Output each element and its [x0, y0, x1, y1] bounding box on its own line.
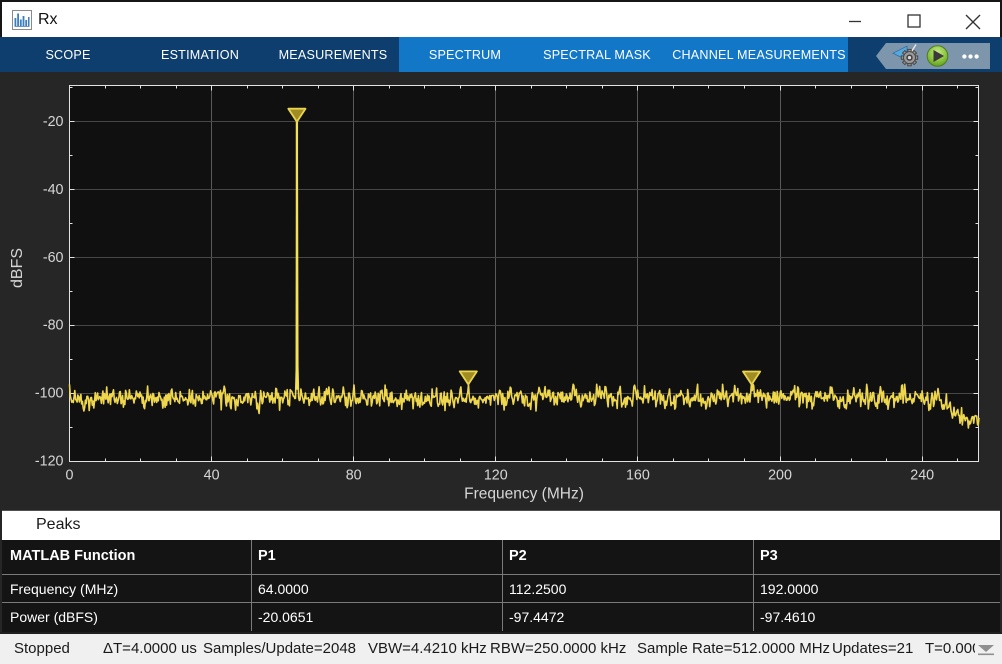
svg-text:120: 120: [484, 468, 508, 484]
svg-text:-60: -60: [43, 250, 64, 266]
svg-text:40: 40: [204, 468, 220, 484]
svg-text:-20: -20: [43, 114, 64, 130]
svg-text:-80: -80: [43, 318, 64, 334]
svg-text:0: 0: [66, 468, 74, 484]
svg-text:Frequency (MHz): Frequency (MHz): [464, 486, 584, 503]
svg-text:160: 160: [626, 468, 650, 484]
svg-text:200: 200: [768, 468, 792, 484]
svg-text:dBFS: dBFS: [9, 248, 26, 288]
svg-text:-120: -120: [35, 454, 64, 470]
svg-text:240: 240: [910, 468, 934, 484]
svg-text:80: 80: [346, 468, 362, 484]
svg-text:-100: -100: [35, 386, 64, 402]
svg-text:-40: -40: [43, 182, 64, 198]
